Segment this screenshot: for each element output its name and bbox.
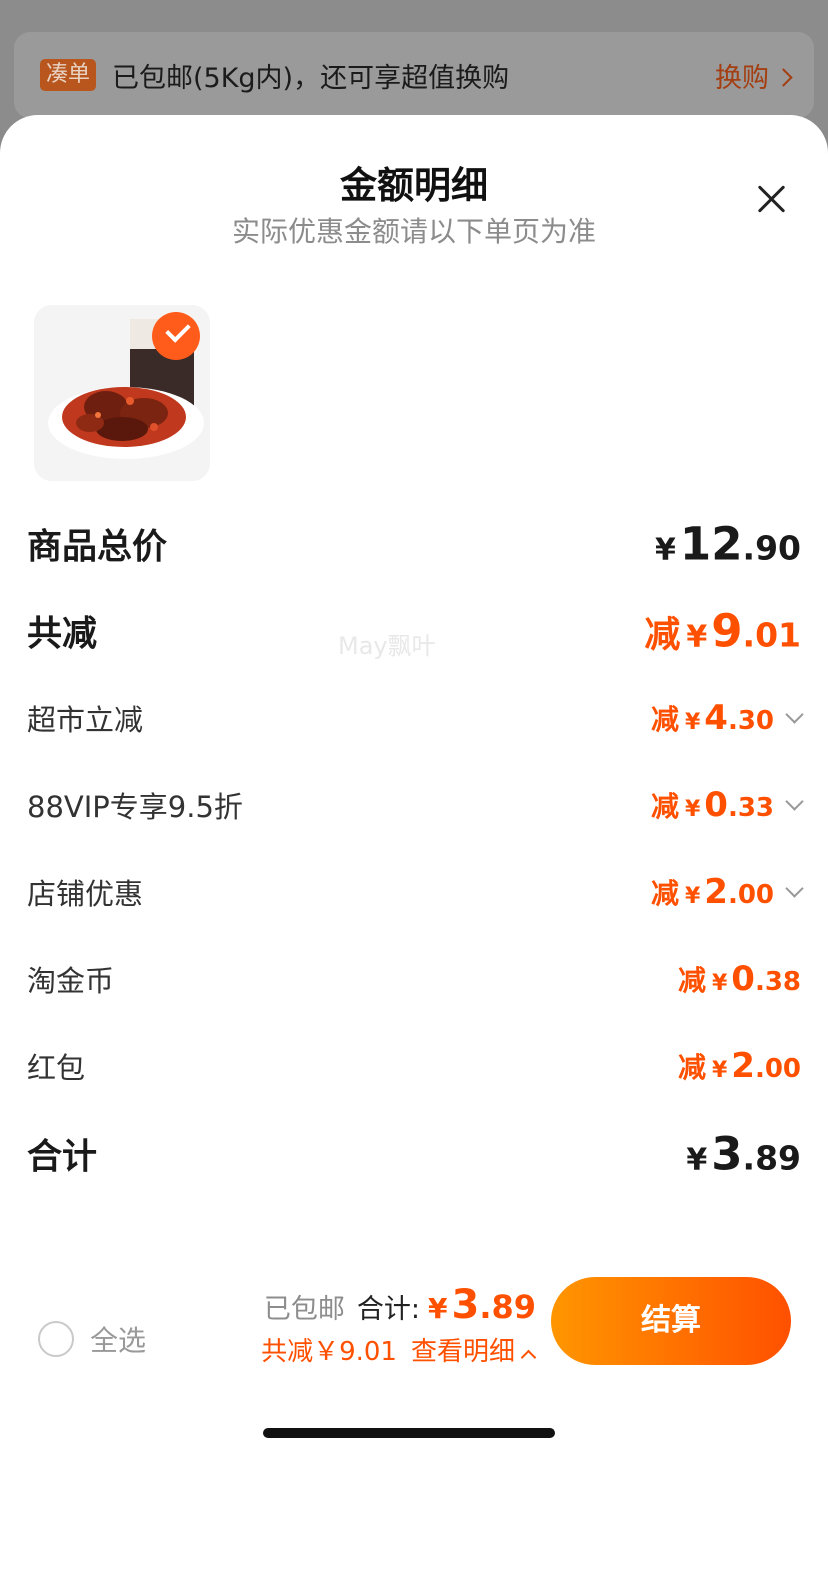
footer-discount: 共减￥9.01 查看明细 xyxy=(261,1331,537,1368)
select-all-label: 全选 xyxy=(90,1324,147,1357)
chevron-down-icon[interactable] xyxy=(785,705,804,724)
supermarket-discount-label: 超市立减 xyxy=(27,703,144,737)
footer-total-dec: .89 xyxy=(479,1288,536,1326)
chevron-down-icon[interactable] xyxy=(785,792,804,811)
row-goods-total: 商品总价 ¥12.90 xyxy=(27,514,801,574)
coins-discount-label: 淘金币 xyxy=(27,964,115,998)
row-redpacket-discount: 红包 减 ¥2.00 xyxy=(27,1036,801,1096)
total-value: ¥3.89 xyxy=(686,1127,801,1181)
row-store-discount[interactable]: 店铺优惠 减 ¥2.00 xyxy=(27,862,804,922)
goods-total-value: ¥12.90 xyxy=(655,517,801,571)
chevron-up-icon xyxy=(520,1349,537,1366)
total-discount-value: 减 ¥9.01 xyxy=(644,604,801,658)
free-shipping-label: 已包邮 xyxy=(263,1294,345,1325)
redpacket-discount-label: 红包 xyxy=(27,1051,86,1085)
chevron-down-icon[interactable] xyxy=(785,879,804,898)
promo-tag: 凑单 xyxy=(40,59,97,91)
select-all-checkbox[interactable]: 全选 xyxy=(38,1318,146,1360)
coins-discount-value: 减 ¥0.38 xyxy=(677,959,801,999)
store-discount-label: 店铺优惠 xyxy=(27,877,144,911)
promo-text: 已包邮(5Kg内)，还可享超值换购 xyxy=(112,63,510,94)
view-details-label: 查看明细 xyxy=(410,1337,515,1367)
total-discount-label: 共减 xyxy=(27,614,98,655)
row-coins-discount: 淘金币 减 ¥0.38 xyxy=(27,949,801,1009)
background-overlay: 凑单 已包邮(5Kg内)，还可享超值换购 换购 xyxy=(0,0,828,130)
supermarket-discount-value: 减 ¥4.30 xyxy=(651,698,804,738)
row-vip-discount[interactable]: 88VIP专享9.5折 减 ¥0.33 xyxy=(27,775,804,835)
chevron-right-icon xyxy=(774,68,793,87)
footer-total-label: 合计: xyxy=(356,1294,420,1325)
total-label: 合计 xyxy=(27,1137,98,1178)
sheet-subtitle: 实际优惠金额请以下单页为准 xyxy=(231,215,596,248)
radio-icon xyxy=(38,1321,74,1357)
goods-total-label: 商品总价 xyxy=(27,527,168,568)
checkout-button[interactable]: 结算 xyxy=(551,1277,791,1365)
store-discount-value: 减 ¥2.00 xyxy=(651,872,804,912)
home-indicator xyxy=(263,1428,555,1438)
vip-discount-label: 88VIP专享9.5折 xyxy=(27,790,243,824)
exchange-link[interactable]: 换购 xyxy=(715,56,793,95)
vip-discount-value: 减 ¥0.33 xyxy=(651,785,804,825)
footer-total: 已包邮 合计: ¥3.89 xyxy=(264,1282,536,1328)
view-details-link[interactable]: 查看明细 xyxy=(410,1331,537,1368)
row-total: 合计 ¥3.89 xyxy=(27,1124,801,1184)
footer-discount-text: 共减￥9.01 xyxy=(261,1337,397,1367)
exchange-link-label: 换购 xyxy=(715,63,769,94)
close-icon[interactable] xyxy=(754,181,790,217)
redpacket-discount-value: 减 ¥2.00 xyxy=(677,1046,801,1086)
row-supermarket-discount[interactable]: 超市立减 减 ¥4.30 xyxy=(27,688,804,748)
footer-total-int: 3 xyxy=(451,1282,480,1328)
sheet-title: 金额明细 xyxy=(340,164,488,207)
checkmark-icon[interactable] xyxy=(152,312,200,360)
footer-total-symbol: ¥ xyxy=(427,1292,448,1325)
amount-details-sheet: 金额明细 实际优惠金额请以下单页为准 xyxy=(0,115,828,1591)
promo-bar: 凑单 已包邮(5Kg内)，还可享超值换购 换购 xyxy=(14,32,814,118)
watermark: May飘叶 xyxy=(338,632,436,660)
